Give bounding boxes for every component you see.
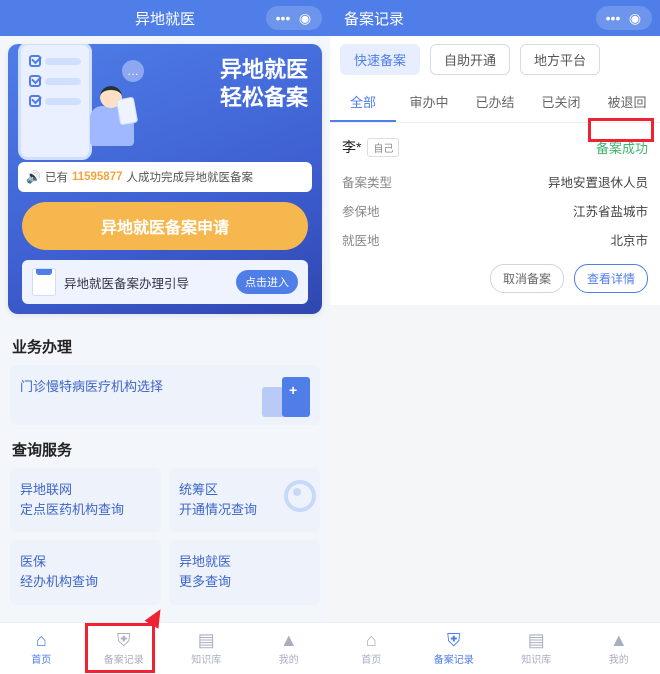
horn-icon: 🔊 <box>26 170 41 184</box>
btn-view-detail[interactable]: 查看详情 <box>574 264 648 293</box>
header-title: 异地就医 <box>135 8 195 29</box>
bottom-tabbar: ⌂ 首页 ⛨ 备案记录 ▤ 知识库 ▲ 我的 <box>330 622 660 674</box>
tab-back[interactable]: 被退回 <box>594 83 660 122</box>
tab-closed[interactable]: 已关闭 <box>528 83 594 122</box>
count-number: 11595877 <box>72 171 123 183</box>
home-icon: ⌂ <box>366 631 377 649</box>
tab-me[interactable]: ▲ 我的 <box>248 623 331 674</box>
record-status: 备案成功 <box>596 138 648 157</box>
card-query-more[interactable]: 异地就医 更多查询 <box>169 540 320 604</box>
book-icon: ▤ <box>528 631 545 649</box>
tab-kb[interactable]: ▤ 知识库 <box>165 623 248 674</box>
tab-record[interactable]: ⛨ 备案记录 <box>83 623 166 674</box>
record-list-empty-area <box>330 305 660 674</box>
miniapp-capsule[interactable]: ••• ◉ <box>266 6 322 30</box>
phone-illustration <box>18 44 92 160</box>
card-query-region-open[interactable]: 统筹区 开通情况查询 <box>169 468 320 532</box>
kv-insure-loc: 参保地 江苏省盐城市 <box>342 196 648 225</box>
record-header: 李* 自己 备案成功 <box>342 133 648 167</box>
record-screen: 备案记录 ••• ◉ 快速备案 自助开通 地方平台 全部 审办中 已办结 已关闭… <box>330 0 660 674</box>
btn-cancel-record[interactable]: 取消备案 <box>490 264 564 293</box>
pin-icon <box>280 478 312 516</box>
tab-done[interactable]: 已办结 <box>462 83 528 122</box>
person-illustration <box>82 84 142 156</box>
tab-record-label: 备案记录 <box>434 651 474 666</box>
record-name: 李* <box>342 137 361 157</box>
count-suffix: 人成功完成异地就医备案 <box>127 169 254 185</box>
guide-enter-chip[interactable]: 点击进入 <box>236 270 298 294</box>
tab-kb[interactable]: ▤ 知识库 <box>495 623 578 674</box>
tab-home[interactable]: ⌂ 首页 <box>330 623 413 674</box>
tab-me-label: 我的 <box>279 651 299 666</box>
status-tabs: 全部 审办中 已办结 已关闭 被退回 <box>330 83 660 123</box>
q1-line2: 定点医药机构查询 <box>20 500 151 520</box>
header-title: 备案记录 <box>344 8 404 29</box>
count-prefix: 已有 <box>45 169 68 185</box>
section-biz-title: 业务办理 <box>12 336 318 357</box>
q3-line1: 医保 <box>20 552 151 572</box>
q4-line1: 异地就医 <box>179 552 310 572</box>
relation-tag: 自己 <box>367 138 399 157</box>
hospital-icon <box>262 373 310 417</box>
card-query-network-pharmacy[interactable]: 异地联网 定点医药机构查询 <box>10 468 161 532</box>
more-icon[interactable]: ••• <box>602 8 624 28</box>
tab-home-label: 首页 <box>361 651 381 666</box>
card-query-agency[interactable]: 医保 经办机构查询 <box>10 540 161 604</box>
shield-icon: ⛨ <box>117 631 131 649</box>
kv-insure-key: 参保地 <box>342 201 380 220</box>
chip-local[interactable]: 地方平台 <box>520 44 600 75</box>
chip-self[interactable]: 自助开通 <box>430 44 510 75</box>
guide-text: 异地就医备案办理引导 <box>64 273 228 292</box>
tab-me-label: 我的 <box>609 651 629 666</box>
chip-fast[interactable]: 快速备案 <box>340 44 420 75</box>
miniapp-capsule[interactable]: ••• ◉ <box>596 6 652 30</box>
book-icon: ▤ <box>198 631 215 649</box>
close-icon[interactable]: ◉ <box>624 8 646 28</box>
hero-line2: 轻松备案 <box>220 84 308 112</box>
kv-type: 备案类型 异地安置退休人员 <box>342 167 648 196</box>
tab-all[interactable]: 全部 <box>330 83 396 122</box>
tab-home[interactable]: ⌂ 首页 <box>0 623 83 674</box>
tab-kb-label: 知识库 <box>521 651 551 666</box>
kv-treat-loc: 就医地 北京市 <box>342 225 648 254</box>
user-icon: ▲ <box>280 631 298 649</box>
bottom-tabbar: ⌂ 首页 ⛨ 备案记录 ▤ 知识库 ▲ 我的 <box>0 622 330 674</box>
tab-record[interactable]: ⛨ 备案记录 <box>413 623 496 674</box>
header-bar: 备案记录 ••• ◉ <box>330 0 660 36</box>
q4-line2: 更多查询 <box>179 572 310 592</box>
q3-line2: 经办机构查询 <box>20 572 151 592</box>
guide-doc-icon <box>32 268 56 296</box>
tab-me[interactable]: ▲ 我的 <box>578 623 660 674</box>
kv-type-key: 备案类型 <box>342 172 392 191</box>
hero-illustration: … 异地就医 轻松备案 <box>8 44 322 154</box>
header-bar: 异地就医 ••• ◉ <box>0 0 330 36</box>
section-query-title: 查询服务 <box>12 439 318 460</box>
hero-slogan: 异地就医 轻松备案 <box>220 56 308 111</box>
kv-insure-val: 江苏省盐城市 <box>573 201 648 220</box>
hero-card: … 异地就医 轻松备案 🔊 已有 11595877 人成功完成异地就医备案 异地… <box>8 44 322 314</box>
record-card: 李* 自己 备案成功 备案类型 异地安置退休人员 参保地 江苏省盐城市 就医地 … <box>330 123 660 305</box>
kv-treat-key: 就医地 <box>342 230 380 249</box>
success-counter: 🔊 已有 11595877 人成功完成异地就医备案 <box>18 162 312 192</box>
tab-doing[interactable]: 审办中 <box>396 83 462 122</box>
home-icon: ⌂ <box>36 631 47 649</box>
close-icon[interactable]: ◉ <box>294 8 316 28</box>
guide-row[interactable]: 异地就医备案办理引导 点击进入 <box>22 260 308 304</box>
apply-button[interactable]: 异地就医备案申请 <box>22 202 308 250</box>
card-chronic-select[interactable]: 门诊慢特病医疗机构选择 <box>10 365 320 425</box>
hero-line1: 异地就医 <box>220 56 308 84</box>
record-actions: 取消备案 查看详情 <box>342 254 648 293</box>
shield-icon: ⛨ <box>447 631 461 649</box>
tab-record-label: 备案记录 <box>104 651 144 666</box>
home-screen: 异地就医 ••• ◉ … 异地就医 轻松备案 🔊 已有 11595877 <box>0 0 330 674</box>
kv-treat-val: 北京市 <box>610 230 648 249</box>
source-chip-row: 快速备案 自助开通 地方平台 <box>330 36 660 83</box>
q1-line1: 异地联网 <box>20 480 151 500</box>
user-icon: ▲ <box>610 631 628 649</box>
more-icon[interactable]: ••• <box>272 8 294 28</box>
speech-bubble-icon: … <box>122 60 144 82</box>
tab-home-label: 首页 <box>31 651 51 666</box>
tab-kb-label: 知识库 <box>191 651 221 666</box>
kv-type-val: 异地安置退休人员 <box>548 172 648 191</box>
